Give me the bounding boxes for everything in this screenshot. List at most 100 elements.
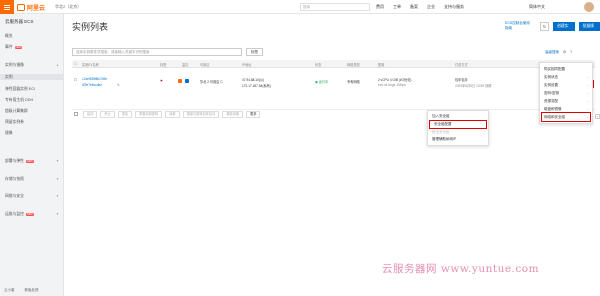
col-id: 实例ID/名称: [82, 63, 99, 67]
header-actions: ECS控制台使用指南 ↻ 创建实例 批量操作: [505, 21, 600, 37]
col-ip: IP地址: [242, 63, 252, 67]
footer-link-feedback[interactable]: 新版反馈: [25, 288, 39, 293]
status-badge: ◉ 运行中: [315, 80, 329, 84]
toolbar-right: 高级搜索 ⚙ ?: [545, 50, 572, 55]
region-selector[interactable]: 华北2（北京）: [55, 4, 81, 10]
sidebar-item-overview[interactable]: 概览: [5, 34, 13, 39]
hamburger-menu-icon[interactable]: [0, 0, 14, 14]
sidebar-item-label: 镜像: [5, 131, 13, 135]
menu-item-instance-settings[interactable]: 实例设置 ›: [540, 81, 592, 89]
edit-icon[interactable]: ✎: [117, 83, 120, 87]
network-security-submenu: 加入安全组 安全组配置 移出安全组 管理辅助私网IP: [427, 110, 489, 146]
sidebar-item-instances[interactable]: 实例: [0, 74, 63, 80]
user-avatar[interactable]: [584, 2, 594, 12]
menu-item-label: 资源变配: [544, 99, 558, 103]
advanced-search-link[interactable]: 高级搜索: [545, 50, 559, 55]
sidebar-item-label: 部署与弹性: [5, 159, 24, 163]
select-all-checkbox[interactable]: [74, 112, 78, 116]
chevron-down-icon: ▼: [56, 212, 59, 216]
filter-input[interactable]: 选择实例属性项搜索，或者输入关键字识别搜索: [72, 48, 242, 56]
bulk-renew-button[interactable]: 续费: [165, 110, 180, 118]
top-link-icp[interactable]: 备案: [410, 4, 418, 10]
sidebar-item-ddh[interactable]: 专有宿主机 DDH: [5, 98, 33, 103]
top-link-support[interactable]: 支持与服务: [444, 4, 464, 10]
menu-item-label: 实例设置: [544, 83, 558, 87]
chevron-right-icon: ›: [587, 115, 588, 119]
row-checkbox[interactable]: ☐: [74, 78, 77, 82]
sidebar-section-ops[interactable]: 运维与监控 NEW: [5, 212, 34, 217]
billing-expire: 2020年6月5日 23:59 到期: [455, 84, 492, 88]
sidebar-section-deploy[interactable]: 部署与弹性 NEW: [5, 159, 34, 164]
top-link-enterprise[interactable]: 企业: [427, 4, 435, 10]
language-switch[interactable]: 简体中文: [529, 4, 545, 10]
next-page-icon[interactable]: ›: [595, 113, 600, 119]
watermark: 云服务器网 www.yuntue.com: [382, 263, 540, 275]
top-links: 费用 工单 备案 企业 支持与服务: [376, 4, 464, 10]
bulk-restart-button[interactable]: 重启: [117, 110, 133, 118]
sidebar-item-label: 存储与快照: [5, 177, 24, 181]
menu-item-label: 购买相同配置: [544, 67, 565, 71]
bulk-release-button[interactable]: 释放设置: [222, 110, 244, 118]
sidebar-item-eci[interactable]: 弹性容器实例 ECI: [5, 87, 35, 92]
menu-item-password-key[interactable]: 密码/密钥 ›: [540, 89, 592, 97]
sidebar-section-network[interactable]: 网络与安全: [5, 194, 24, 199]
sidebar: 云服务器 ECS 概览 事件 NEW 实例与镜像 ▲ 实例 弹性容器实例 ECI …: [0, 14, 64, 296]
sidebar-item-images[interactable]: 镜像: [5, 131, 13, 136]
billing-type: 包年包月: [455, 78, 468, 82]
bulk-more-button[interactable]: 更多: [246, 110, 261, 118]
settings-icon[interactable]: ⚙: [563, 50, 566, 55]
chevron-right-icon: ›: [587, 75, 588, 79]
sidebar-item-reserved[interactable]: 预留实例券: [5, 120, 24, 125]
ip-private: 172.17.187.54(私有): [242, 84, 271, 88]
top-link-tickets[interactable]: 工单: [393, 4, 401, 10]
sidebar-item-label: 实例: [5, 75, 13, 79]
footer-link-assistant[interactable]: 云小蜜: [4, 288, 15, 293]
sidebar-item-label: 概览: [5, 34, 13, 38]
tag-icon[interactable]: ⚑: [160, 79, 163, 83]
instance-id-link[interactable]: i-2ze9l3l5f6c7d9e: [82, 77, 107, 81]
header-checkbox[interactable]: ☐: [74, 62, 77, 66]
aliyun-logo[interactable]: 阿里云: [17, 3, 45, 12]
menu-item-instance-status[interactable]: 实例状态 ›: [540, 73, 592, 81]
sidebar-item-label: 专有宿主机 DDH: [5, 98, 34, 102]
logo-mark-icon: [17, 3, 25, 11]
bulk-convert-billing-button[interactable]: 按量付费转包年包月: [182, 110, 220, 118]
chevron-right-icon: ›: [587, 107, 588, 111]
menu-item-resource-change[interactable]: 资源变配 ›: [540, 97, 592, 105]
new-badge: NEW: [25, 160, 34, 163]
help-link[interactable]: ECS控制台使用指南: [505, 21, 533, 31]
new-badge: NEW: [14, 46, 23, 49]
config-spec: 2 vCPU 4 GiB (I/O优化): [378, 78, 412, 82]
metrics-icon[interactable]: [185, 79, 189, 83]
top-search-input[interactable]: 搜索: [300, 3, 370, 11]
batch-operation-button[interactable]: 批量操作: [578, 21, 600, 37]
help-icon[interactable]: ?: [570, 50, 572, 55]
submenu-item-join-sg[interactable]: 加入安全组: [428, 113, 488, 120]
bulk-stop-button[interactable]: 停止: [100, 110, 115, 118]
submenu-item-secondary-ip[interactable]: 管理辅助私网IP: [428, 136, 488, 143]
top-link-fees[interactable]: 费用: [376, 4, 384, 10]
sidebar-item-label: 实例与镜像: [5, 63, 24, 67]
menu-item-network-security[interactable]: 网络和安全组 ›: [541, 112, 591, 122]
submenu-item-sg-config[interactable]: 安全组配置: [429, 120, 487, 129]
bulk-action-bar: 启动 停止 重启 重置实例密码 续费 按量付费转包年包月 释放设置 更多: [72, 110, 595, 118]
sidebar-item-scc[interactable]: 超级计算集群: [5, 109, 28, 114]
sidebar-item-label: 网络与安全: [5, 194, 24, 198]
monitor-icon[interactable]: [178, 79, 182, 83]
table-header: ☐ 实例ID/名称 标签 监控 可用区 IP地址 状态 网络类型 配置 付费方式…: [72, 60, 595, 68]
bulk-start-button[interactable]: 启动: [83, 110, 98, 118]
instance-name[interactable]: iZ9e7e6vcdbz: [82, 83, 102, 87]
chevron-down-icon: ▼: [56, 194, 59, 198]
menu-item-buy-same[interactable]: 购买相同配置: [540, 65, 592, 73]
menu-item-disk-image[interactable]: 磁盘和镜像 ›: [540, 105, 592, 113]
sidebar-section-storage[interactable]: 存储与快照: [5, 177, 24, 182]
sidebar-item-label: 运维与监控: [5, 212, 24, 216]
sidebar-section-instances[interactable]: 实例与镜像: [5, 63, 24, 68]
bulk-reset-password-button[interactable]: 重置实例密码: [135, 110, 163, 118]
sidebar-item-events[interactable]: 事件 NEW: [5, 45, 23, 50]
chevron-right-icon: ›: [587, 99, 588, 103]
tag-filter-button[interactable]: 标签: [246, 48, 263, 56]
create-instance-button[interactable]: 创建实例: [553, 21, 575, 37]
instance-table: ☐ 实例ID/名称 标签 监控 可用区 IP地址 状态 网络类型 配置 付费方式…: [72, 60, 595, 110]
refresh-icon[interactable]: ↻: [540, 21, 550, 31]
